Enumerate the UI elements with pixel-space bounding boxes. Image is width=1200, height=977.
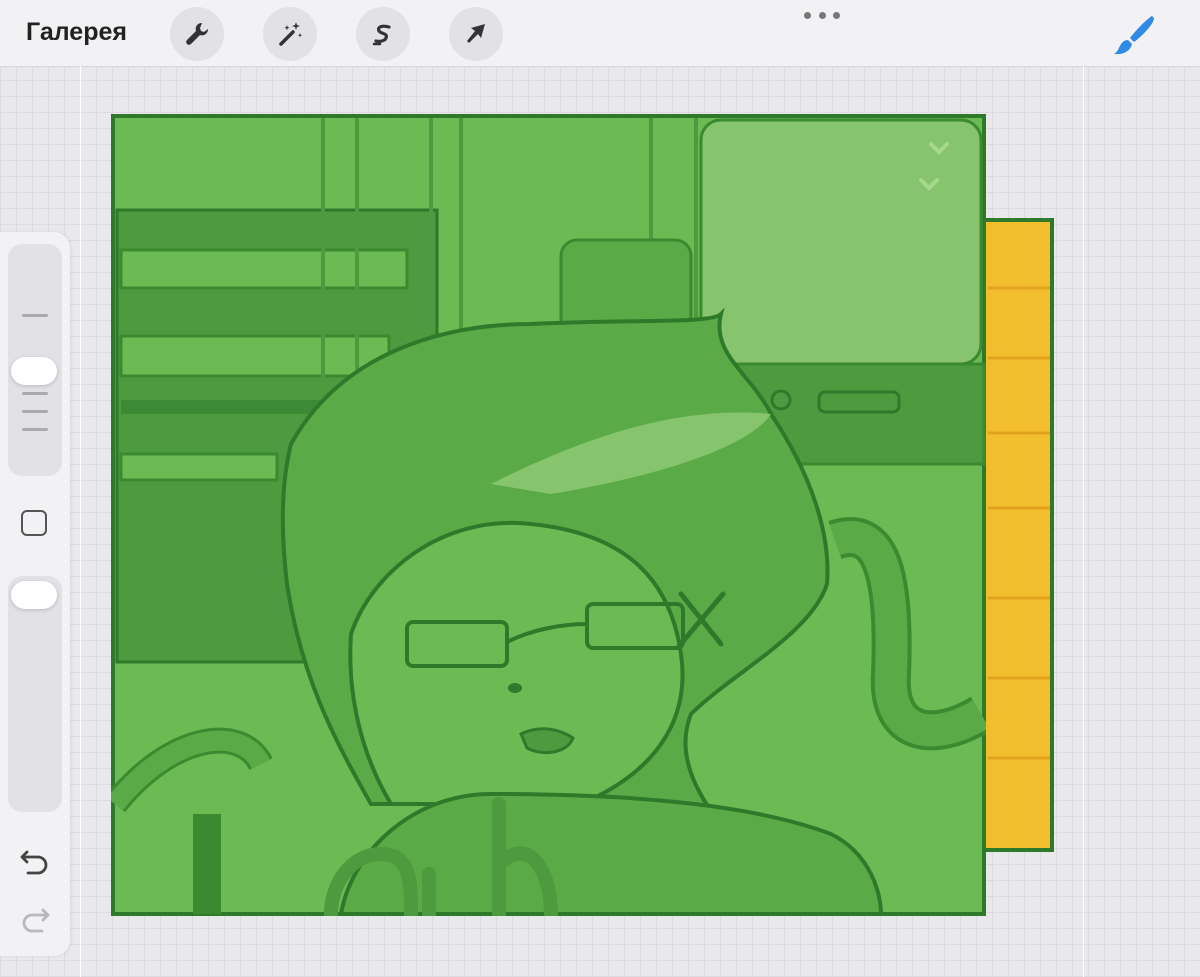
slider-tick xyxy=(22,428,48,431)
slider-tick xyxy=(22,392,48,395)
sidebar xyxy=(0,232,70,956)
paintbrush-icon[interactable] xyxy=(1108,10,1158,60)
selection-button[interactable] xyxy=(356,7,410,61)
wrench-icon xyxy=(186,22,209,45)
adjustments-button[interactable] xyxy=(263,7,317,61)
slider-tick xyxy=(22,410,48,413)
gallery-button[interactable]: Галерея xyxy=(26,18,127,47)
undo-icon[interactable] xyxy=(18,842,52,876)
canvas-artwork[interactable] xyxy=(111,114,986,916)
square-modify-icon[interactable] xyxy=(21,510,47,536)
selection-s-icon xyxy=(372,24,391,46)
magic-wand-icon xyxy=(279,22,303,46)
top-toolbar: Галерея xyxy=(0,0,1200,67)
left-guide-line xyxy=(80,66,81,977)
right-guide-line xyxy=(1083,66,1084,977)
redo-icon[interactable] xyxy=(18,900,52,934)
more-dots-icon[interactable] xyxy=(804,8,840,22)
yellow-layer-strip xyxy=(982,218,1054,852)
actions-button[interactable] xyxy=(170,7,224,61)
brush-size-thumb[interactable] xyxy=(11,357,57,385)
arrow-cursor-icon xyxy=(467,24,485,43)
opacity-thumb[interactable] xyxy=(11,581,57,609)
slider-tick xyxy=(22,314,48,317)
opacity-slider[interactable] xyxy=(8,576,62,812)
transform-button[interactable] xyxy=(449,7,503,61)
